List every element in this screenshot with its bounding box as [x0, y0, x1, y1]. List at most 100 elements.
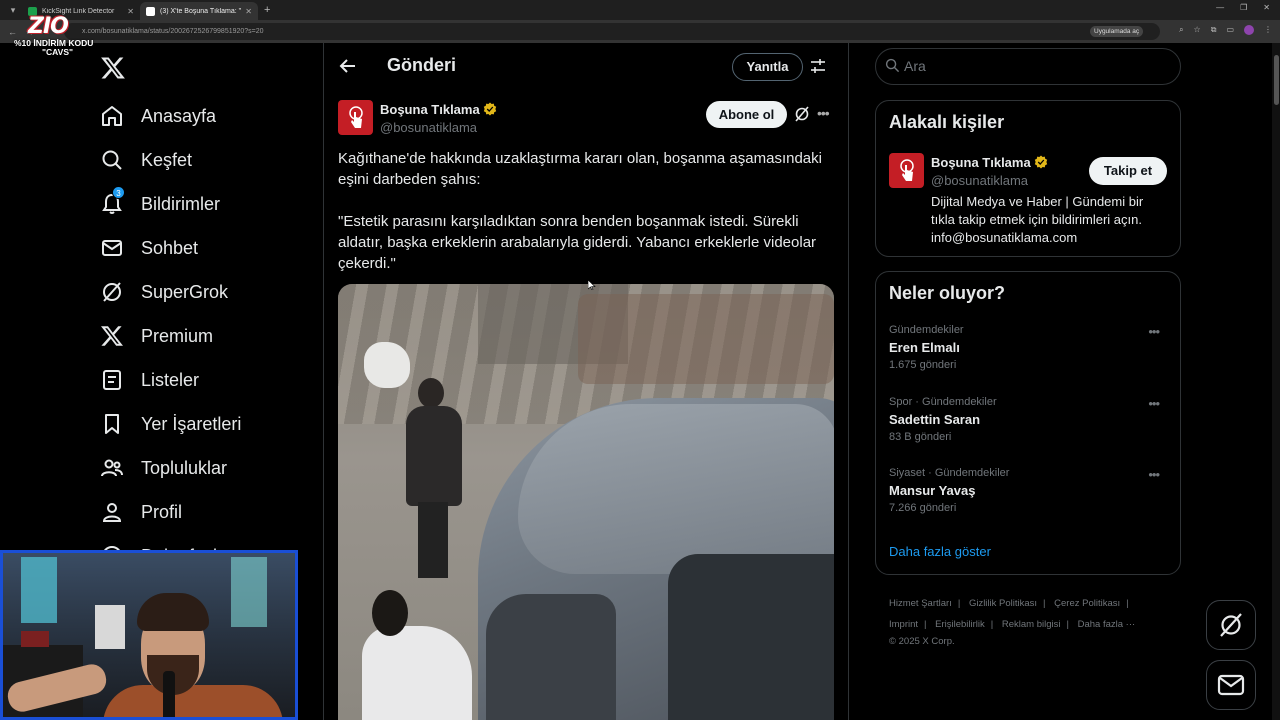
webcam-bg-object [21, 631, 49, 647]
tab-close-icon[interactable]: ✕ [127, 7, 134, 16]
trend-name: Eren Elmalı [889, 340, 960, 355]
video-scene-woman [362, 590, 482, 720]
trend-item[interactable]: Spor · Gündemdekiler Sadettin Saran 83 B… [889, 396, 1169, 443]
footer-separator: | [957, 598, 961, 609]
column-divider [323, 43, 324, 720]
mail-icon [102, 240, 122, 256]
video-man-legs [418, 502, 448, 578]
promo-logo: ZIO [28, 14, 69, 39]
back-arrow-icon[interactable] [338, 56, 358, 76]
maximize-icon[interactable]: ❐ [1240, 3, 1247, 12]
nav-label: Bildirimler [141, 193, 221, 214]
nav-item-lists[interactable]: Listeler [100, 358, 241, 402]
footer-link-imprint[interactable]: Imprint [889, 619, 918, 630]
nav-item-communities[interactable]: Topluluklar [100, 446, 241, 490]
profile-avatar[interactable] [1244, 25, 1254, 35]
webcam-microphone [163, 671, 175, 717]
grok-icon[interactable] [794, 106, 810, 122]
nav-label: Anasayfa [141, 105, 217, 126]
webcam-person-hair [137, 593, 209, 631]
x-logo-icon[interactable] [100, 55, 126, 81]
footer-link-privacy[interactable]: Gizlilik Politikası [969, 598, 1037, 609]
video-man-torso [406, 406, 462, 506]
nav-label: Premium [141, 325, 214, 346]
browser-menu-icon[interactable]: ⋮ [1264, 25, 1272, 35]
mail-icon [1217, 674, 1245, 696]
x-icon [101, 326, 123, 346]
more-options-icon[interactable]: ••• [817, 105, 830, 121]
search-placeholder: Ara [904, 58, 926, 74]
open-in-app-chip[interactable]: Uygulamada aç [1090, 26, 1144, 37]
nav-item-supergrok[interactable]: SuperGrok [100, 270, 241, 314]
extensions-icon[interactable]: ⧉ [1211, 25, 1217, 35]
scrollbar-thumb[interactable] [1274, 55, 1279, 105]
trend-category: Spor · Gündemdekiler [889, 396, 997, 408]
search-icon [885, 58, 900, 73]
zoom-icon[interactable]: ⌕ [1179, 25, 1183, 35]
side-panel-icon[interactable]: ▭ [1226, 25, 1234, 35]
nav-item-bookmarks[interactable]: Yer İşaretleri [100, 402, 241, 446]
post-body: Kağıthane'de hakkında uzaklaştırma karar… [338, 148, 834, 295]
scrollbar-track[interactable] [1272, 43, 1280, 720]
webcam-bg-window [231, 557, 267, 627]
nav-item-explore[interactable]: Keşfet [100, 138, 241, 182]
footer-link-terms[interactable]: Hizmet Şartları [889, 598, 952, 609]
notification-badge: 3 [112, 186, 125, 199]
primary-nav: Anasayfa Keşfet 3 Bildirimler Sohbet Sup… [100, 94, 241, 578]
nav-item-notifications[interactable]: 3 Bildirimler [100, 182, 241, 226]
footer-separator: | [924, 619, 927, 630]
follow-button[interactable]: Takip et [1089, 157, 1167, 185]
post-video[interactable] [338, 284, 834, 720]
more-options-icon[interactable]: ••• [1148, 467, 1160, 482]
trends-title: Neler oluyor? [889, 283, 1006, 303]
home-icon [102, 106, 122, 126]
footer-link-ads-info[interactable]: Reklam bilgisi [1002, 619, 1061, 630]
footer-separator: | [1066, 619, 1069, 630]
messages-fab[interactable] [1206, 660, 1256, 710]
nav-item-chat[interactable]: Sohbet [100, 226, 241, 270]
grok-fab[interactable] [1206, 600, 1256, 650]
video-scene-windshield [668, 554, 834, 720]
nav-label: Sohbet [141, 237, 199, 258]
video-scene-man [400, 378, 466, 578]
nav-label: Yer İşaretleri [141, 413, 242, 434]
browser-tab-bar: ▾ KickSight Link Detector ✕ (3) X'te Boş… [0, 0, 1280, 20]
minimize-icon[interactable]: — [1216, 3, 1224, 12]
trend-item[interactable]: Siyaset · Gündemdekiler Mansur Yavaş 7.2… [889, 467, 1169, 514]
browser-toolbar: ← → x.com/bosunatiklama/status/200267252… [0, 20, 1280, 43]
post-paragraph: "Estetik parasını karşıladıktan sonra be… [338, 213, 817, 272]
profile-icon [102, 503, 122, 522]
communities-icon [101, 459, 123, 477]
more-options-icon[interactable]: ••• [1148, 396, 1160, 411]
address-bar[interactable]: x.com/bosunatiklama/status/2002672526799… [64, 23, 1160, 40]
close-window-icon[interactable]: ✕ [1263, 3, 1270, 12]
author-avatar[interactable] [338, 100, 373, 135]
tap-hand-icon [348, 105, 363, 128]
nav-item-profile[interactable]: Profil [100, 490, 241, 534]
reply-button[interactable]: Yanıtla [732, 53, 803, 81]
nav-item-home[interactable]: Anasayfa [100, 94, 241, 138]
more-options-icon[interactable]: ••• [1148, 324, 1160, 339]
x-favicon-icon [146, 6, 155, 16]
trend-category: Siyaset · Gündemdekiler [889, 467, 1010, 479]
related-avatar[interactable] [889, 153, 924, 188]
trend-item[interactable]: Gündemdekiler Eren Elmalı 1.675 gönderi … [889, 324, 1169, 371]
related-handle[interactable]: @bosunatiklama [931, 173, 1028, 188]
bookmark-star-icon[interactable]: ☆ [1194, 25, 1201, 35]
author-handle[interactable]: @bosunatiklama [380, 120, 477, 135]
footer-link-cookies[interactable]: Çerez Politikası [1054, 598, 1120, 609]
footer-link-more[interactable]: Daha fazla ··· [1078, 619, 1136, 630]
bell-icon-wrap: 3 [100, 186, 125, 216]
related-name[interactable]: Boşuna Tıklama [931, 155, 1031, 170]
subscribe-button[interactable]: Abone ol [706, 101, 787, 128]
new-tab-icon[interactable]: + [264, 4, 270, 16]
filter-icon[interactable] [810, 58, 826, 74]
show-more-link[interactable]: Daha fazla göster [889, 544, 991, 559]
nav-item-premium[interactable]: Premium [100, 314, 241, 358]
nav-label: Listeler [141, 369, 200, 390]
video-scene-car-hood [518, 404, 834, 574]
browser-tab-x[interactable]: (3) X'te Boşuna Tıklama: "Kağıt ✕ [140, 2, 258, 20]
tab-close-icon[interactable]: ✕ [245, 7, 252, 16]
footer-link-accessibility[interactable]: Erişilebilirlik [935, 619, 985, 630]
author-name[interactable]: Boşuna Tıklama [380, 102, 480, 117]
